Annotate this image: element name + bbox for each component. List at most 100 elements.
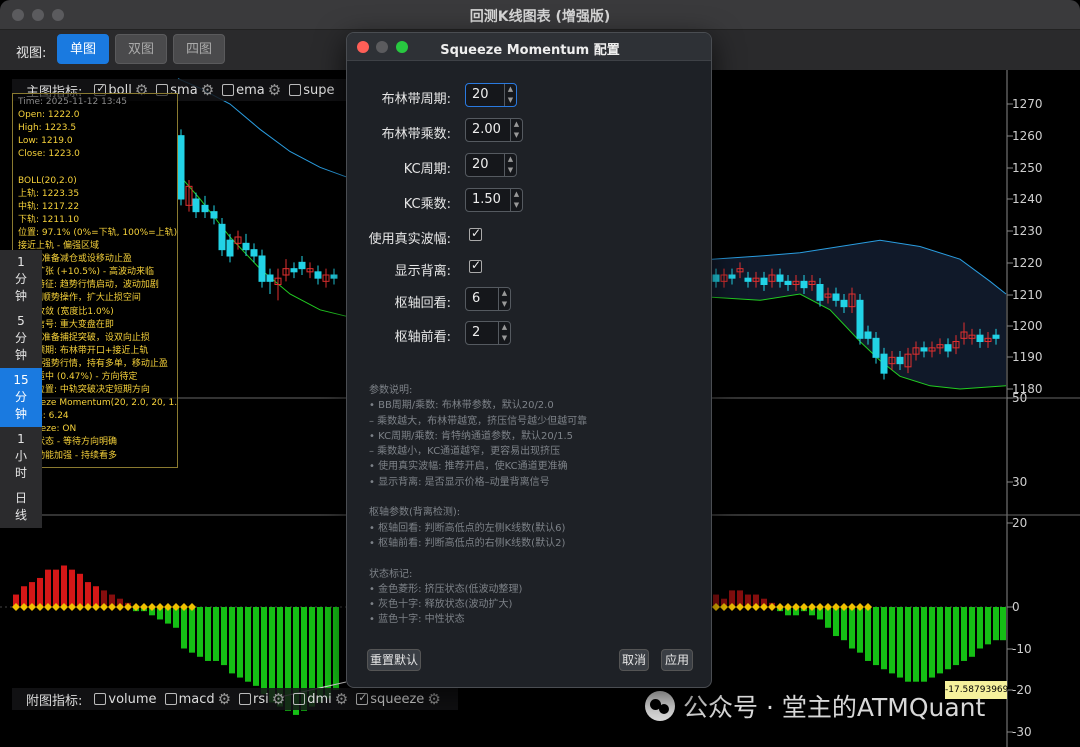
kc-mult-row: KC乘数: 1.50 ▲ ▼	[347, 188, 711, 214]
squeeze-tick-label: 0	[1012, 600, 1020, 614]
title-bar: 回测K线图表 (增强版)	[0, 0, 1080, 30]
squeeze-bar	[37, 577, 43, 607]
candle-body	[314, 271, 322, 279]
candle-body	[192, 198, 200, 213]
divergence-checkbox[interactable]	[469, 258, 482, 273]
dual-view-button[interactable]: 双图	[115, 34, 167, 64]
candle-body	[856, 299, 864, 339]
squeeze-bar	[197, 607, 203, 657]
sma-gear-icon[interactable]: ⚙	[201, 81, 214, 99]
squeeze-bar	[325, 607, 331, 699]
macd-checkbox[interactable]	[164, 693, 177, 705]
help-line: • 金色菱形: 挤压状态(低波动整理)	[369, 583, 523, 595]
dmi-checkbox[interactable]	[293, 693, 306, 705]
candle-body	[226, 239, 234, 257]
single-view-button[interactable]: 单图	[57, 34, 109, 64]
info-line: High: 1223.5	[18, 123, 77, 134]
dmi-gear-icon[interactable]: ⚙	[335, 690, 348, 708]
squeeze-bar	[253, 607, 259, 686]
squeeze-bar	[849, 607, 855, 649]
rsi-gear-icon[interactable]: ⚙	[272, 690, 285, 708]
ema-checkbox[interactable]	[222, 84, 235, 96]
timeframe-button[interactable]: 5分钟	[0, 309, 42, 368]
bb-mult-spinbox[interactable]: 2.00 ▲ ▼	[465, 118, 523, 142]
timeframe-button[interactable]: 1分钟	[0, 250, 42, 309]
squeeze-bar	[985, 607, 991, 645]
true-range-checkbox[interactable]	[469, 226, 482, 241]
info-line: 上轨: 1223.35	[18, 188, 80, 199]
squeeze-bar	[929, 607, 935, 678]
info-line: 下轨: 1211.10	[18, 214, 80, 225]
kc-mult-spinbox[interactable]: 1.50 ▲ ▼	[465, 188, 523, 212]
ema-gear-icon[interactable]: ⚙	[268, 81, 281, 99]
window-title: 回测K线图表 (增强版)	[469, 9, 611, 25]
timeframe-button[interactable]: 1小时	[0, 427, 42, 486]
squeeze-bar	[977, 607, 983, 649]
view-label: 视图:	[16, 46, 47, 61]
squeeze-bar	[45, 569, 51, 607]
help-line: • KC周期/乘数: 肯特纳通道参数，默认20/1.5	[369, 430, 573, 442]
timeframe-button[interactable]: 15 分钟	[0, 368, 42, 427]
price-tick-label: 1210	[1012, 288, 1043, 302]
bb-period-spinbox[interactable]: 20 ▲ ▼	[465, 83, 517, 107]
spin-arrows-icon[interactable]: ▲ ▼	[504, 84, 516, 106]
divergence-row: 显示背离:	[347, 255, 711, 281]
squeeze-bar	[237, 607, 243, 678]
quad-view-button[interactable]: 四图	[173, 34, 225, 64]
help-line: • 显示背离: 是否显示价格–动量背离信号	[369, 476, 550, 488]
squeeze-bar	[857, 607, 863, 653]
spin-arrows-icon[interactable]: ▲ ▼	[504, 154, 516, 176]
price-tick-label: 1260	[1012, 129, 1043, 143]
candle-body	[864, 331, 872, 339]
spin-arrows-icon[interactable]: ▲ ▼	[498, 322, 510, 344]
volume-label: volume	[108, 691, 157, 707]
squeeze-bar	[1000, 607, 1006, 641]
squeeze-checkbox[interactable]	[356, 691, 369, 705]
candle-body	[800, 280, 808, 289]
spin-arrows-icon[interactable]: ▲ ▼	[498, 288, 510, 310]
help-line	[369, 490, 699, 505]
rsi-tick-label: 30	[1012, 475, 1028, 489]
supertrend-checkbox[interactable]	[289, 84, 302, 96]
macd-gear-icon[interactable]: ⚙	[218, 690, 231, 708]
info-line: BOLL(20,2.0)	[18, 175, 77, 186]
cancel-button[interactable]: 取消	[619, 649, 649, 671]
wechat-icon	[645, 691, 675, 721]
candle-body	[816, 284, 824, 301]
spin-arrows-icon[interactable]: ▲ ▼	[510, 119, 522, 141]
pivot-lookback-value: 6	[472, 291, 481, 306]
reset-defaults-button[interactable]: 重置默认	[367, 649, 421, 671]
squeeze-gear-icon[interactable]: ⚙	[427, 690, 440, 708]
apply-button[interactable]: 应用	[661, 649, 693, 671]
squeeze-bar	[213, 607, 219, 661]
squeeze-bar	[181, 607, 187, 649]
price-tick-label: 1240	[1012, 192, 1043, 206]
timeframe-button[interactable]: 日线	[0, 486, 42, 528]
kc-period-value: 20	[472, 157, 489, 172]
pivot-lookahead-spinbox[interactable]: 2 ▲ ▼	[465, 321, 511, 345]
candle-body	[712, 274, 720, 282]
rsi-checkbox[interactable]	[239, 693, 252, 705]
spin-arrows-icon[interactable]: ▲ ▼	[510, 189, 522, 211]
bb-period-value: 20	[472, 87, 489, 102]
help-line: • 枢轴前看: 判断高低点的右侧K线数(默认2)	[369, 537, 566, 549]
squeeze-label: squeeze	[370, 691, 425, 707]
squeeze-bar	[921, 607, 927, 682]
squeeze-bar	[245, 607, 251, 682]
help-text: 参数说明: • BB周期/乘数: 布林带参数，默认20/2.0 – 乘数越大，布林…	[369, 383, 699, 628]
price-tick-label: 1220	[1012, 256, 1043, 270]
price-tick-label: 1230	[1012, 224, 1043, 238]
pivot-lookahead-value: 2	[472, 325, 481, 340]
volume-checkbox[interactable]	[94, 693, 107, 705]
squeeze-bar	[881, 607, 887, 670]
pivot-lookback-spinbox[interactable]: 6 ▲ ▼	[465, 287, 511, 311]
candle-body	[976, 334, 984, 342]
squeeze-bar	[937, 607, 943, 674]
bb-mult-value: 2.00	[472, 122, 501, 137]
squeeze-config-dialog: Squeeze Momentum 配置 布林带周期: 20 ▲ ▼ 布林带乘数: 2…	[346, 32, 712, 688]
kc-period-label: KC周期:	[403, 162, 451, 177]
kc-period-spinbox[interactable]: 20 ▲ ▼	[465, 153, 517, 177]
lower-band-line	[177, 173, 347, 317]
info-line: 中轨: 1217.22	[18, 201, 80, 212]
candle-body	[920, 347, 928, 352]
